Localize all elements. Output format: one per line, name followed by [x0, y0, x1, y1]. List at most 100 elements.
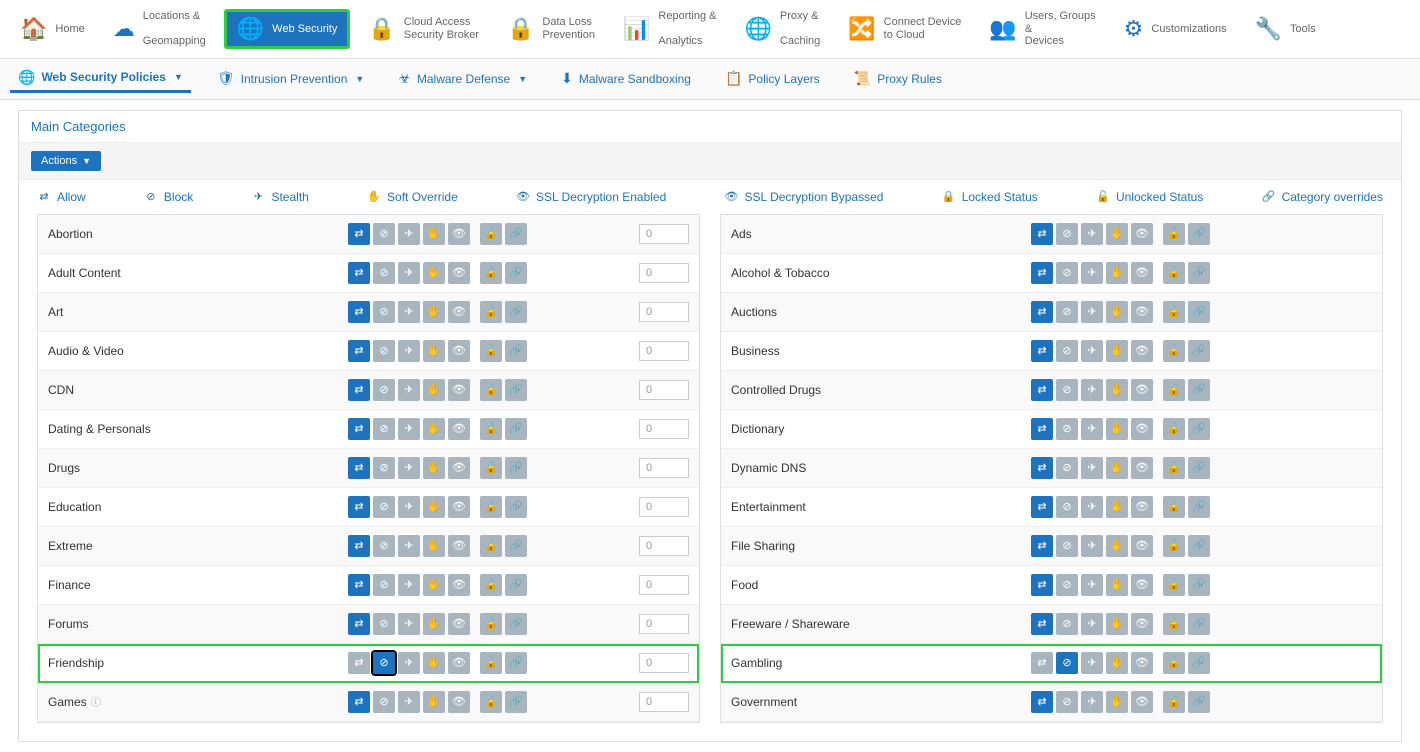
toggle-stealth[interactable]: ✈ [1081, 691, 1103, 713]
toggle-soft-override[interactable]: ✋ [423, 457, 445, 479]
toggle-allow[interactable]: ⇄ [348, 652, 370, 674]
count-input[interactable] [639, 380, 689, 400]
toggle-block[interactable]: ⊘ [373, 340, 395, 362]
toggle-block[interactable]: ⊘ [373, 535, 395, 557]
toggle-block[interactable]: ⊘ [373, 496, 395, 518]
topnav-item-3[interactable]: 🔒Cloud Access Security Broker [358, 12, 489, 46]
toggle-unlocked[interactable]: 🔓 [1163, 613, 1185, 635]
toggle-block[interactable]: ⊘ [1056, 418, 1078, 440]
toggle-stealth[interactable]: ✈ [398, 691, 420, 713]
toggle-unlocked[interactable]: 🔓 [1163, 340, 1185, 362]
toggle-override[interactable]: 🔗 [1188, 379, 1210, 401]
topnav-item-5[interactable]: 📊Reporting &Analytics [613, 6, 727, 52]
toggle-allow[interactable]: ⇄ [1031, 457, 1053, 479]
toggle-allow[interactable]: ⇄ [348, 418, 370, 440]
toggle-soft-override[interactable]: ✋ [1106, 535, 1128, 557]
toggle-soft-override[interactable]: ✋ [423, 613, 445, 635]
toggle-soft-override[interactable]: ✋ [1106, 418, 1128, 440]
toggle-override[interactable]: 🔗 [1188, 652, 1210, 674]
toggle-unlocked[interactable]: 🔓 [1163, 223, 1185, 245]
count-input[interactable] [639, 419, 689, 439]
count-input[interactable] [639, 302, 689, 322]
toggle-ssl-enabled[interactable]: 👁 [1131, 535, 1153, 557]
toggle-block[interactable]: ⊘ [1056, 535, 1078, 557]
toggle-ssl-enabled[interactable]: 👁 [1131, 613, 1153, 635]
toggle-ssl-enabled[interactable]: 👁 [448, 262, 470, 284]
toggle-override[interactable]: 🔗 [505, 535, 527, 557]
toggle-soft-override[interactable]: ✋ [1106, 652, 1128, 674]
toggle-allow[interactable]: ⇄ [1031, 262, 1053, 284]
toggle-override[interactable]: 🔗 [505, 613, 527, 635]
toggle-allow[interactable]: ⇄ [348, 574, 370, 596]
toggle-stealth[interactable]: ✈ [398, 418, 420, 440]
toggle-override[interactable]: 🔗 [505, 574, 527, 596]
count-input[interactable] [639, 614, 689, 634]
count-input[interactable] [639, 536, 689, 556]
toggle-unlocked[interactable]: 🔓 [480, 691, 502, 713]
toggle-stealth[interactable]: ✈ [1081, 535, 1103, 557]
toggle-block[interactable]: ⊘ [1056, 379, 1078, 401]
toggle-stealth[interactable]: ✈ [1081, 301, 1103, 323]
toggle-unlocked[interactable]: 🔓 [480, 340, 502, 362]
toggle-stealth[interactable]: ✈ [1081, 457, 1103, 479]
topnav-item-7[interactable]: 🔀Connect Device to Cloud [838, 12, 971, 46]
toggle-allow[interactable]: ⇄ [348, 691, 370, 713]
toggle-unlocked[interactable]: 🔓 [480, 379, 502, 401]
toggle-stealth[interactable]: ✈ [1081, 223, 1103, 245]
toggle-block[interactable]: ⊘ [1056, 574, 1078, 596]
count-input[interactable] [639, 458, 689, 478]
actions-button[interactable]: Actions ▼ [31, 151, 101, 171]
count-input[interactable] [639, 575, 689, 595]
toggle-override[interactable]: 🔗 [505, 496, 527, 518]
toggle-soft-override[interactable]: ✋ [423, 652, 445, 674]
toggle-unlocked[interactable]: 🔓 [1163, 691, 1185, 713]
toggle-override[interactable]: 🔗 [505, 379, 527, 401]
toggle-override[interactable]: 🔗 [1188, 457, 1210, 479]
toggle-override[interactable]: 🔗 [1188, 301, 1210, 323]
toggle-allow[interactable]: ⇄ [348, 613, 370, 635]
toggle-override[interactable]: 🔗 [1188, 262, 1210, 284]
toggle-allow[interactable]: ⇄ [1031, 691, 1053, 713]
toggle-stealth[interactable]: ✈ [398, 340, 420, 362]
toggle-soft-override[interactable]: ✋ [423, 418, 445, 440]
toggle-block[interactable]: ⊘ [1056, 652, 1078, 674]
toggle-stealth[interactable]: ✈ [1081, 496, 1103, 518]
toggle-soft-override[interactable]: ✋ [423, 535, 445, 557]
toggle-ssl-enabled[interactable]: 👁 [448, 457, 470, 479]
topnav-item-1[interactable]: ☁Locations &Geomapping [103, 6, 216, 52]
toggle-override[interactable]: 🔗 [1188, 574, 1210, 596]
toggle-soft-override[interactable]: ✋ [1106, 496, 1128, 518]
toggle-ssl-enabled[interactable]: 👁 [1131, 574, 1153, 596]
toggle-stealth[interactable]: ✈ [1081, 613, 1103, 635]
toggle-stealth[interactable]: ✈ [1081, 340, 1103, 362]
subnav-item-5[interactable]: 📜Proxy Rules [846, 66, 950, 91]
toggle-override[interactable]: 🔗 [505, 340, 527, 362]
toggle-allow[interactable]: ⇄ [1031, 340, 1053, 362]
toggle-allow[interactable]: ⇄ [1031, 379, 1053, 401]
count-input[interactable] [639, 653, 689, 673]
toggle-stealth[interactable]: ✈ [398, 652, 420, 674]
topnav-item-0[interactable]: 🏠Home [10, 12, 95, 46]
topnav-item-8[interactable]: 👥Users, Groups &Devices [979, 6, 1105, 52]
subnav-item-0[interactable]: 🌐Web Security Policies▼ [10, 65, 191, 93]
toggle-override[interactable]: 🔗 [1188, 223, 1210, 245]
toggle-unlocked[interactable]: 🔓 [480, 652, 502, 674]
toggle-ssl-enabled[interactable]: 👁 [448, 613, 470, 635]
topnav-item-10[interactable]: 🔧Tools [1245, 12, 1326, 46]
toggle-stealth[interactable]: ✈ [1081, 574, 1103, 596]
subnav-item-4[interactable]: 📋Policy Layers [717, 66, 828, 91]
toggle-stealth[interactable]: ✈ [398, 262, 420, 284]
toggle-soft-override[interactable]: ✋ [1106, 340, 1128, 362]
toggle-allow[interactable]: ⇄ [1031, 223, 1053, 245]
toggle-ssl-enabled[interactable]: 👁 [448, 535, 470, 557]
toggle-block[interactable]: ⊘ [1056, 262, 1078, 284]
toggle-block[interactable]: ⊘ [373, 262, 395, 284]
toggle-ssl-enabled[interactable]: 👁 [1131, 691, 1153, 713]
toggle-ssl-enabled[interactable]: 👁 [448, 301, 470, 323]
toggle-unlocked[interactable]: 🔓 [480, 457, 502, 479]
toggle-allow[interactable]: ⇄ [1031, 301, 1053, 323]
toggle-allow[interactable]: ⇄ [348, 379, 370, 401]
toggle-ssl-enabled[interactable]: 👁 [448, 652, 470, 674]
toggle-block[interactable]: ⊘ [1056, 301, 1078, 323]
toggle-ssl-enabled[interactable]: 👁 [1131, 223, 1153, 245]
